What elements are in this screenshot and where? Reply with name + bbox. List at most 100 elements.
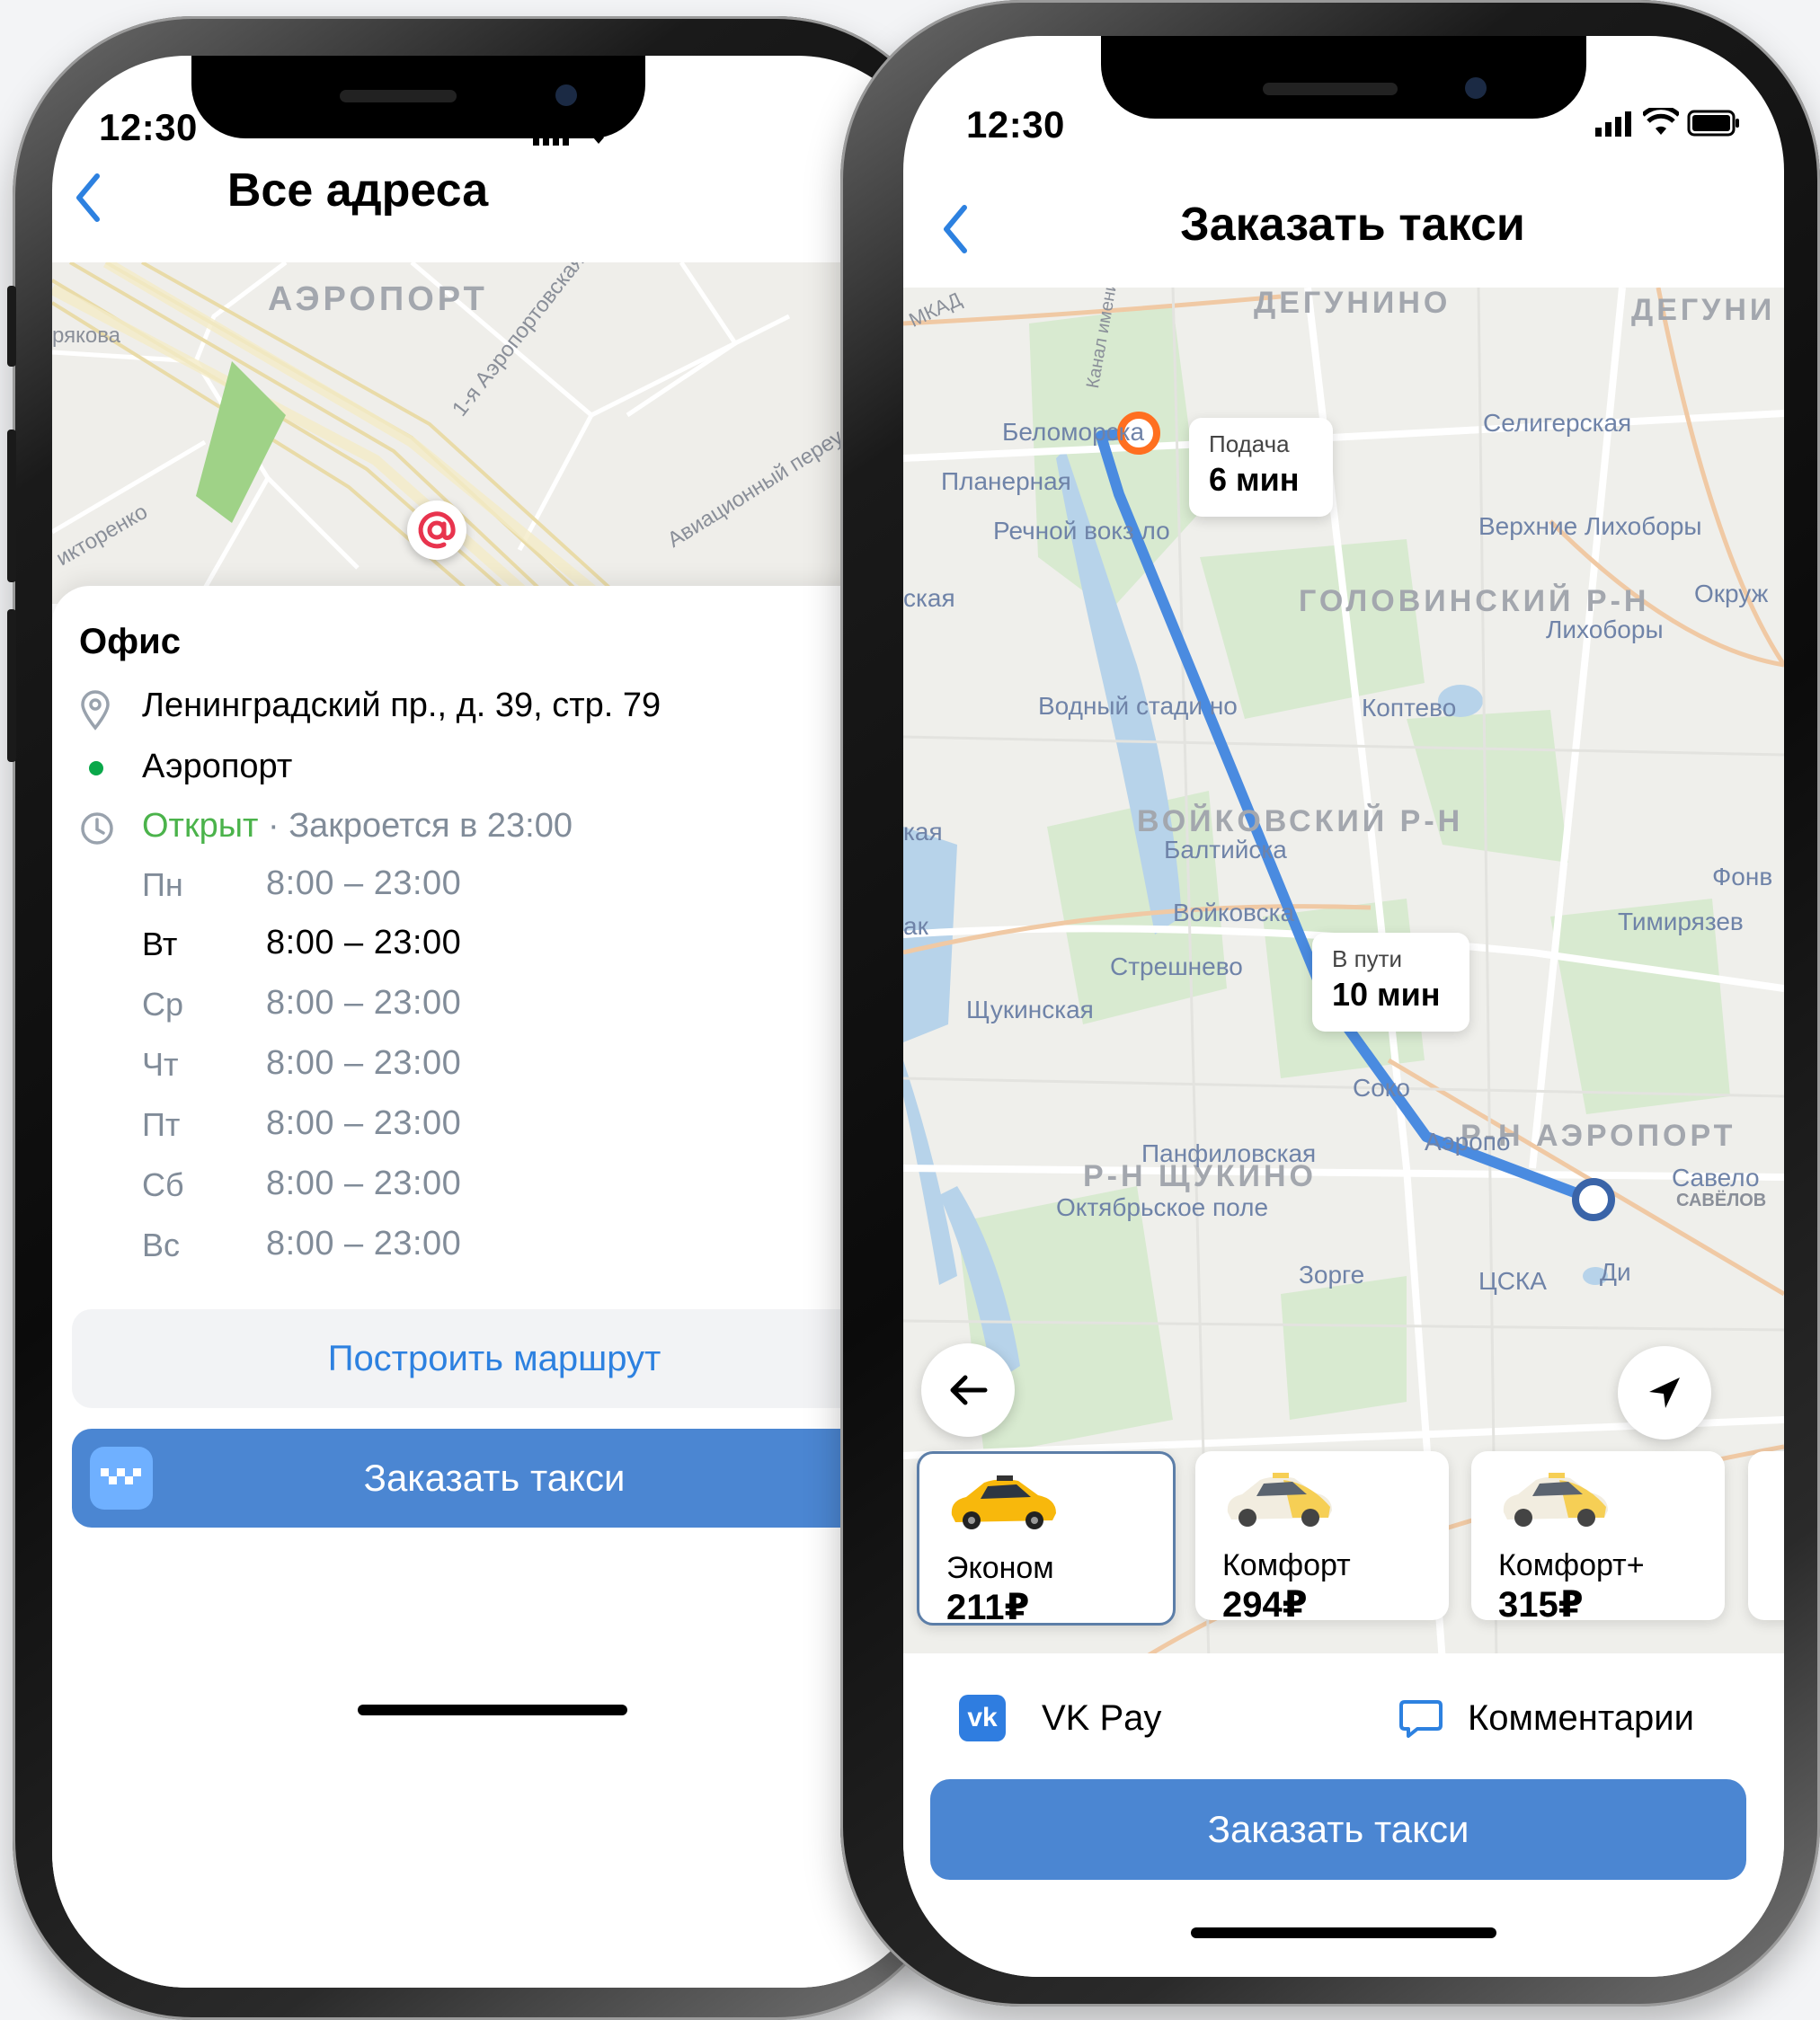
- mail-at-icon: [418, 511, 456, 549]
- map-district-label: ДЕГУНИ: [1631, 293, 1776, 327]
- side-button: [7, 609, 16, 762]
- metro-label: ская: [903, 584, 955, 612]
- open-status-label: Открыт: [142, 807, 259, 845]
- left-screen: 12:30 Все адреса АЭРОПОРТ 1-я Аэропортов…: [52, 56, 933, 1988]
- metro-label: ак: [903, 912, 928, 940]
- home-indicator: [1191, 1927, 1496, 1938]
- tariff-price: 211₽: [946, 1588, 1030, 1627]
- metro-label: Окруж: [1694, 580, 1769, 607]
- map-street-label: рякова: [52, 323, 121, 348]
- metro-label: Фонв: [1712, 863, 1773, 890]
- schedule-day: Вт: [142, 926, 178, 962]
- vk-logo-icon: vk: [959, 1695, 1006, 1741]
- metro-label: Водный стади но: [1038, 692, 1238, 720]
- order-taxi-button[interactable]: Заказать такси: [930, 1779, 1746, 1880]
- tariff-price: 294₽: [1222, 1585, 1308, 1625]
- metro-label: Балтийска: [1164, 836, 1287, 864]
- status-time: 12:30: [966, 103, 1065, 146]
- schedule-day: Пт: [142, 1106, 181, 1143]
- map-pin[interactable]: [407, 501, 466, 560]
- tariff-name: Комфорт+: [1498, 1548, 1645, 1582]
- destination-marker: [1572, 1178, 1615, 1221]
- metro-label: Коптево: [1362, 694, 1457, 722]
- tariff-card-economy[interactable]: Эконом 211₽: [917, 1451, 1176, 1627]
- payment-method[interactable]: vk VK Pay: [959, 1691, 1161, 1745]
- metro-label: Войковска: [1173, 899, 1295, 926]
- metro-label: Тимирязев: [1618, 908, 1744, 935]
- build-route-button[interactable]: Построить маршрут: [72, 1309, 917, 1408]
- trip-time: 10 мин: [1332, 976, 1441, 1013]
- schedule-hours: 8:00 – 23:00: [266, 1225, 462, 1262]
- trip-time-bubble: В пути 10 мин: [1312, 933, 1469, 1032]
- order-panel: vk VK Pay Комментарии Заказать такси: [903, 1653, 1784, 1977]
- right-phone-frame: 12:30 Заказать такси МКАД Канал имени ДЕ…: [840, 0, 1820, 2007]
- wifi-icon: [581, 117, 617, 144]
- map-district-label: ВОЙКОВСКИЙ Р-Н: [1137, 804, 1464, 838]
- page-title: Заказать такси: [1180, 199, 1525, 251]
- notch: [1101, 36, 1586, 119]
- tariff-carousel[interactable]: Эконом 211₽ Комфорт 294₽ Комфорт+ 315₽: [903, 1424, 1784, 1644]
- metro-label: ЦСКА: [1478, 1267, 1547, 1295]
- battery-icon: [1687, 110, 1739, 137]
- back-chevron-icon[interactable]: [72, 171, 104, 225]
- signal-icon: [533, 120, 569, 146]
- map-view[interactable]: АЭРОПОРТ 1-я Аэропортовская улица Авиаци…: [52, 262, 933, 604]
- schedule-day: Ср: [142, 986, 184, 1023]
- place-sheet: Офис Ленинградский пр., д. 39, стр. 79 А…: [52, 586, 933, 1988]
- metro-label: Стрешнево: [1110, 952, 1243, 980]
- map-district-label: АЭРОПОРТ: [268, 280, 488, 318]
- metro-label: Верхние Лихоборы: [1478, 512, 1702, 540]
- back-chevron-icon[interactable]: [939, 202, 972, 256]
- schedule-day: Сб: [142, 1166, 184, 1203]
- payment-label: VK Pay: [1042, 1697, 1162, 1738]
- map-district-label: ДЕГУНИНО: [1254, 288, 1452, 320]
- schedule-day: Пн: [142, 866, 183, 903]
- schedule-day: Чт: [142, 1046, 179, 1083]
- wifi-icon: [1643, 108, 1679, 135]
- order-taxi-button[interactable]: Заказать такси: [72, 1429, 917, 1528]
- taxi-car-white-icon: [1503, 1473, 1608, 1527]
- right-screen: 12:30 Заказать такси МКАД Канал имени ДЕ…: [903, 36, 1784, 1977]
- schedule-day: Вс: [142, 1227, 181, 1263]
- trip-label: В пути: [1332, 945, 1403, 972]
- metro-label: кая: [903, 818, 943, 846]
- metro-label: Аэропо: [1425, 1128, 1511, 1156]
- schedule-hours: 8:00 – 23:00: [266, 1044, 462, 1082]
- left-phone-frame: 12:30 Все адреса АЭРОПОРТ 1-я Аэропортов…: [7, 16, 956, 2020]
- metro-station: Аэропорт: [142, 748, 293, 785]
- map-back-button[interactable]: [921, 1343, 1015, 1437]
- tariff-card-comfort[interactable]: Комфорт 294₽: [1195, 1451, 1449, 1625]
- metro-dot: [89, 761, 103, 775]
- tariff-card-next[interactable]: [1748, 1451, 1784, 1620]
- pickup-time-bubble: Подача 6 мин: [1189, 418, 1333, 517]
- taxi-checker-icon: [101, 1468, 141, 1484]
- metro-label: Речной вокз ло: [993, 517, 1170, 545]
- location-arrow-icon: [1649, 1378, 1680, 1408]
- taxi-car-white-icon: [1227, 1473, 1332, 1527]
- map-district-label: САВЁЛОВ: [1676, 1191, 1767, 1210]
- metro-label: Соко: [1353, 1074, 1410, 1102]
- metro-label: Планерная: [941, 467, 1071, 495]
- closing-time: · Закроется в 23:00: [258, 807, 573, 845]
- tariff-card-comfort-plus[interactable]: Комфорт+ 315₽: [1471, 1451, 1725, 1625]
- metro-label: Ди: [1600, 1258, 1631, 1286]
- schedule-hours: 8:00 – 23:00: [266, 984, 462, 1022]
- comments-label: Комментарии: [1468, 1697, 1694, 1738]
- home-indicator: [358, 1705, 627, 1715]
- page-title: Все адреса: [226, 164, 489, 217]
- comment-bubble-icon: [1399, 1700, 1443, 1738]
- place-address: Ленинградский пр., д. 39, стр. 79: [142, 687, 661, 724]
- metro-label: Лихоборы: [1546, 616, 1664, 643]
- schedule-hours: 8:00 – 23:00: [266, 924, 462, 961]
- status-time: 12:30: [99, 106, 198, 148]
- tariff-price: 315₽: [1498, 1585, 1584, 1625]
- taxi-car-yellow-icon: [951, 1475, 1056, 1529]
- order-taxi-label: Заказать такси: [363, 1457, 626, 1499]
- pickup-time: 6 мин: [1209, 461, 1300, 498]
- schedule-hours: 8:00 – 23:00: [266, 864, 462, 902]
- comments-button[interactable]: Комментарии: [1398, 1691, 1694, 1745]
- taxi-app-icon: [90, 1447, 153, 1510]
- schedule-hours: 8:00 – 23:00: [266, 1165, 462, 1202]
- metro-label: Беломорска: [1002, 418, 1145, 446]
- metro-label: Савело: [1672, 1164, 1760, 1192]
